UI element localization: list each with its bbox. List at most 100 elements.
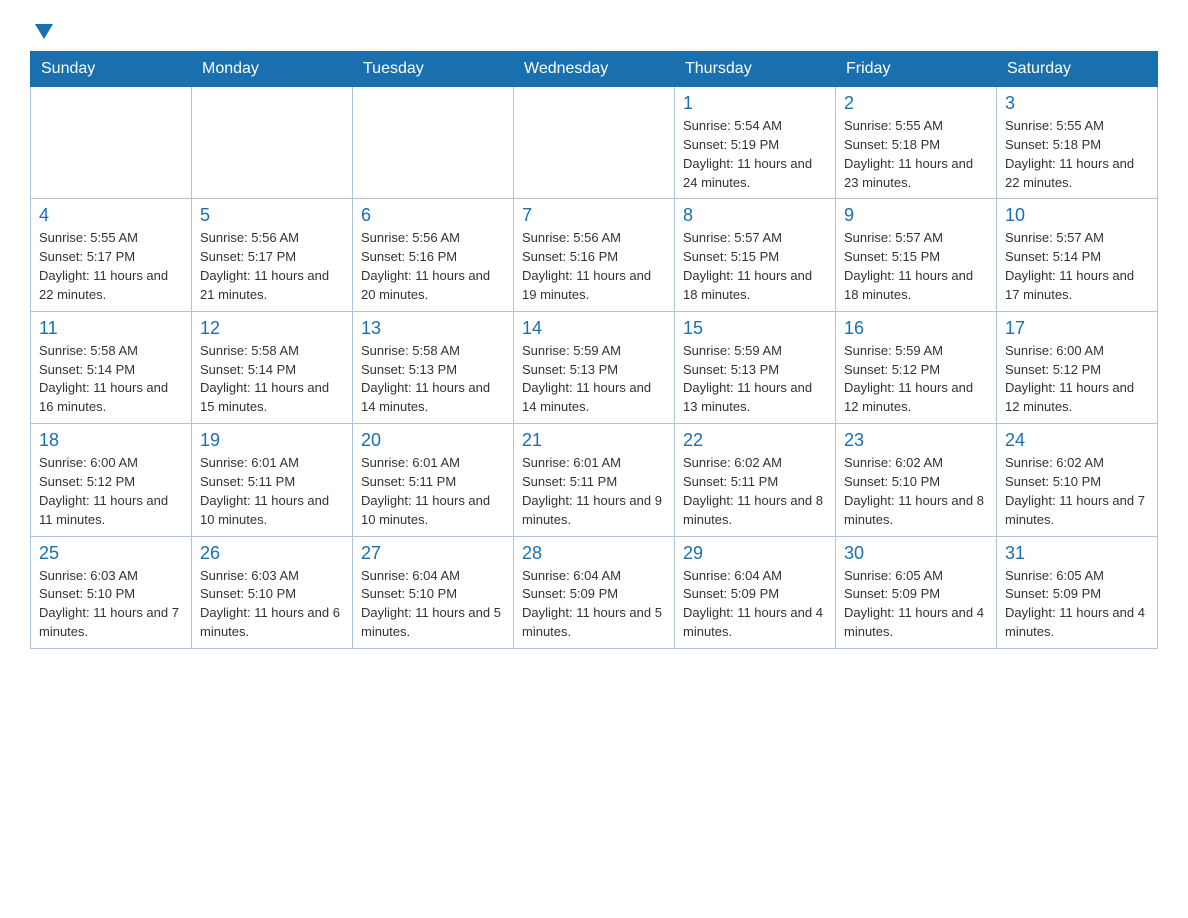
day-info: Sunrise: 6:00 AM Sunset: 5:12 PM Dayligh… — [39, 454, 183, 529]
day-info: Sunrise: 5:58 AM Sunset: 5:14 PM Dayligh… — [39, 342, 183, 417]
day-info: Sunrise: 5:56 AM Sunset: 5:16 PM Dayligh… — [361, 229, 505, 304]
calendar-day-cell: 24 Sunrise: 6:02 AM Sunset: 5:10 PM Dayli… — [997, 424, 1158, 536]
calendar-day-cell: 17Sunrise: 6:00 AM Sunset: 5:12 PM Dayli… — [997, 311, 1158, 423]
logo-triangle-icon — [35, 24, 53, 39]
day-info: Sunrise: 5:59 AM Sunset: 5:13 PM Dayligh… — [522, 342, 666, 417]
day-info: Sunrise: 5:57 AM Sunset: 5:15 PM Dayligh… — [844, 229, 988, 304]
calendar-day-cell: 29 Sunrise: 6:04 AM Sunset: 5:09 PM Dayli… — [675, 536, 836, 648]
day-info: Sunrise: 5:58 AM Sunset: 5:14 PM Dayligh… — [200, 342, 344, 417]
day-number: 31 — [1005, 543, 1149, 564]
calendar-day-cell: 23 Sunrise: 6:02 AM Sunset: 5:10 PM Dayli… — [836, 424, 997, 536]
calendar-day-cell: 11 Sunrise: 5:58 AM Sunset: 5:14 PM Dayli… — [31, 311, 192, 423]
calendar-day-cell: 22 Sunrise: 6:02 AM Sunset: 5:11 PM Dayli… — [675, 424, 836, 536]
day-number: 6 — [361, 205, 505, 226]
day-number: 13 — [361, 318, 505, 339]
day-info: Sunrise: 6:03 AM Sunset: 5:10 PM Dayligh… — [200, 567, 344, 642]
calendar-week-row: 18 Sunrise: 6:00 AM Sunset: 5:12 PM Dayli… — [31, 424, 1158, 536]
day-number: 25 — [39, 543, 183, 564]
calendar-day-cell: 18 Sunrise: 6:00 AM Sunset: 5:12 PM Dayli… — [31, 424, 192, 536]
calendar-day-cell: 10 Sunrise: 5:57 AM Sunset: 5:14 PM Dayli… — [997, 199, 1158, 311]
day-number: 19 — [200, 430, 344, 451]
day-info: Sunrise: 5:57 AM Sunset: 5:14 PM Dayligh… — [1005, 229, 1149, 304]
calendar-day-cell: 12 Sunrise: 5:58 AM Sunset: 5:14 PM Dayli… — [192, 311, 353, 423]
day-of-week-header: Wednesday — [514, 52, 675, 87]
day-of-week-header: Sunday — [31, 52, 192, 87]
day-number: 1 — [683, 93, 827, 114]
day-info: Sunrise: 6:04 AM Sunset: 5:09 PM Dayligh… — [683, 567, 827, 642]
day-info: Sunrise: 6:05 AM Sunset: 5:09 PM Dayligh… — [1005, 567, 1149, 642]
day-number: 23 — [844, 430, 988, 451]
calendar-day-cell: 6 Sunrise: 5:56 AM Sunset: 5:16 PM Daylig… — [353, 199, 514, 311]
calendar-week-row: 11 Sunrise: 5:58 AM Sunset: 5:14 PM Dayli… — [31, 311, 1158, 423]
day-info: Sunrise: 5:54 AM Sunset: 5:19 PM Dayligh… — [683, 117, 827, 192]
day-of-week-header: Monday — [192, 52, 353, 87]
calendar-day-cell: 26 Sunrise: 6:03 AM Sunset: 5:10 PM Dayli… — [192, 536, 353, 648]
day-number: 12 — [200, 318, 344, 339]
calendar-day-cell: 25 Sunrise: 6:03 AM Sunset: 5:10 PM Dayli… — [31, 536, 192, 648]
day-info: Sunrise: 6:02 AM Sunset: 5:10 PM Dayligh… — [844, 454, 988, 529]
day-info: Sunrise: 6:01 AM Sunset: 5:11 PM Dayligh… — [361, 454, 505, 529]
day-info: Sunrise: 5:55 AM Sunset: 5:18 PM Dayligh… — [1005, 117, 1149, 192]
calendar-day-cell: 20 Sunrise: 6:01 AM Sunset: 5:11 PM Dayli… — [353, 424, 514, 536]
calendar-day-cell: 30Sunrise: 6:05 AM Sunset: 5:09 PM Dayli… — [836, 536, 997, 648]
calendar-day-cell: 28 Sunrise: 6:04 AM Sunset: 5:09 PM Dayli… — [514, 536, 675, 648]
calendar-header-row: SundayMondayTuesdayWednesdayThursdayFrid… — [31, 52, 1158, 87]
calendar-day-cell: 19 Sunrise: 6:01 AM Sunset: 5:11 PM Dayli… — [192, 424, 353, 536]
day-info: Sunrise: 5:56 AM Sunset: 5:16 PM Dayligh… — [522, 229, 666, 304]
day-number: 20 — [361, 430, 505, 451]
page-header — [30, 20, 1158, 39]
day-number: 14 — [522, 318, 666, 339]
day-info: Sunrise: 6:01 AM Sunset: 5:11 PM Dayligh… — [522, 454, 666, 529]
calendar-week-row: 4 Sunrise: 5:55 AM Sunset: 5:17 PM Daylig… — [31, 199, 1158, 311]
calendar-day-cell: 14 Sunrise: 5:59 AM Sunset: 5:13 PM Dayli… — [514, 311, 675, 423]
calendar-day-cell: 1 Sunrise: 5:54 AM Sunset: 5:19 PM Daylig… — [675, 87, 836, 199]
day-info: Sunrise: 6:01 AM Sunset: 5:11 PM Dayligh… — [200, 454, 344, 529]
calendar-day-cell: 21Sunrise: 6:01 AM Sunset: 5:11 PM Dayli… — [514, 424, 675, 536]
day-info: Sunrise: 6:03 AM Sunset: 5:10 PM Dayligh… — [39, 567, 183, 642]
calendar-day-cell — [31, 87, 192, 199]
calendar-day-cell: 5 Sunrise: 5:56 AM Sunset: 5:17 PM Daylig… — [192, 199, 353, 311]
day-info: Sunrise: 6:02 AM Sunset: 5:10 PM Dayligh… — [1005, 454, 1149, 529]
calendar-day-cell: 3Sunrise: 5:55 AM Sunset: 5:18 PM Daylig… — [997, 87, 1158, 199]
day-number: 9 — [844, 205, 988, 226]
calendar-day-cell — [353, 87, 514, 199]
day-number: 30 — [844, 543, 988, 564]
day-number: 18 — [39, 430, 183, 451]
day-number: 26 — [200, 543, 344, 564]
logo — [30, 20, 53, 39]
day-number: 29 — [683, 543, 827, 564]
day-number: 24 — [1005, 430, 1149, 451]
day-number: 2 — [844, 93, 988, 114]
day-number: 16 — [844, 318, 988, 339]
day-number: 28 — [522, 543, 666, 564]
day-info: Sunrise: 6:00 AM Sunset: 5:12 PM Dayligh… — [1005, 342, 1149, 417]
day-number: 22 — [683, 430, 827, 451]
calendar-day-cell: 2Sunrise: 5:55 AM Sunset: 5:18 PM Daylig… — [836, 87, 997, 199]
calendar-day-cell: 31 Sunrise: 6:05 AM Sunset: 5:09 PM Dayli… — [997, 536, 1158, 648]
day-info: Sunrise: 6:04 AM Sunset: 5:10 PM Dayligh… — [361, 567, 505, 642]
day-info: Sunrise: 6:02 AM Sunset: 5:11 PM Dayligh… — [683, 454, 827, 529]
day-of-week-header: Saturday — [997, 52, 1158, 87]
calendar-day-cell: 15 Sunrise: 5:59 AM Sunset: 5:13 PM Dayli… — [675, 311, 836, 423]
calendar-day-cell: 16Sunrise: 5:59 AM Sunset: 5:12 PM Dayli… — [836, 311, 997, 423]
day-number: 11 — [39, 318, 183, 339]
calendar-table: SundayMondayTuesdayWednesdayThursdayFrid… — [30, 51, 1158, 649]
calendar-day-cell: 4 Sunrise: 5:55 AM Sunset: 5:17 PM Daylig… — [31, 199, 192, 311]
day-info: Sunrise: 5:59 AM Sunset: 5:13 PM Dayligh… — [683, 342, 827, 417]
calendar-day-cell: 8 Sunrise: 5:57 AM Sunset: 5:15 PM Daylig… — [675, 199, 836, 311]
day-of-week-header: Thursday — [675, 52, 836, 87]
day-number: 7 — [522, 205, 666, 226]
day-info: Sunrise: 5:58 AM Sunset: 5:13 PM Dayligh… — [361, 342, 505, 417]
day-number: 8 — [683, 205, 827, 226]
calendar-day-cell: 13 Sunrise: 5:58 AM Sunset: 5:13 PM Dayli… — [353, 311, 514, 423]
day-info: Sunrise: 6:04 AM Sunset: 5:09 PM Dayligh… — [522, 567, 666, 642]
day-of-week-header: Tuesday — [353, 52, 514, 87]
day-number: 15 — [683, 318, 827, 339]
day-info: Sunrise: 5:55 AM Sunset: 5:17 PM Dayligh… — [39, 229, 183, 304]
day-info: Sunrise: 5:56 AM Sunset: 5:17 PM Dayligh… — [200, 229, 344, 304]
day-number: 5 — [200, 205, 344, 226]
day-of-week-header: Friday — [836, 52, 997, 87]
day-number: 4 — [39, 205, 183, 226]
day-number: 10 — [1005, 205, 1149, 226]
day-info: Sunrise: 5:57 AM Sunset: 5:15 PM Dayligh… — [683, 229, 827, 304]
